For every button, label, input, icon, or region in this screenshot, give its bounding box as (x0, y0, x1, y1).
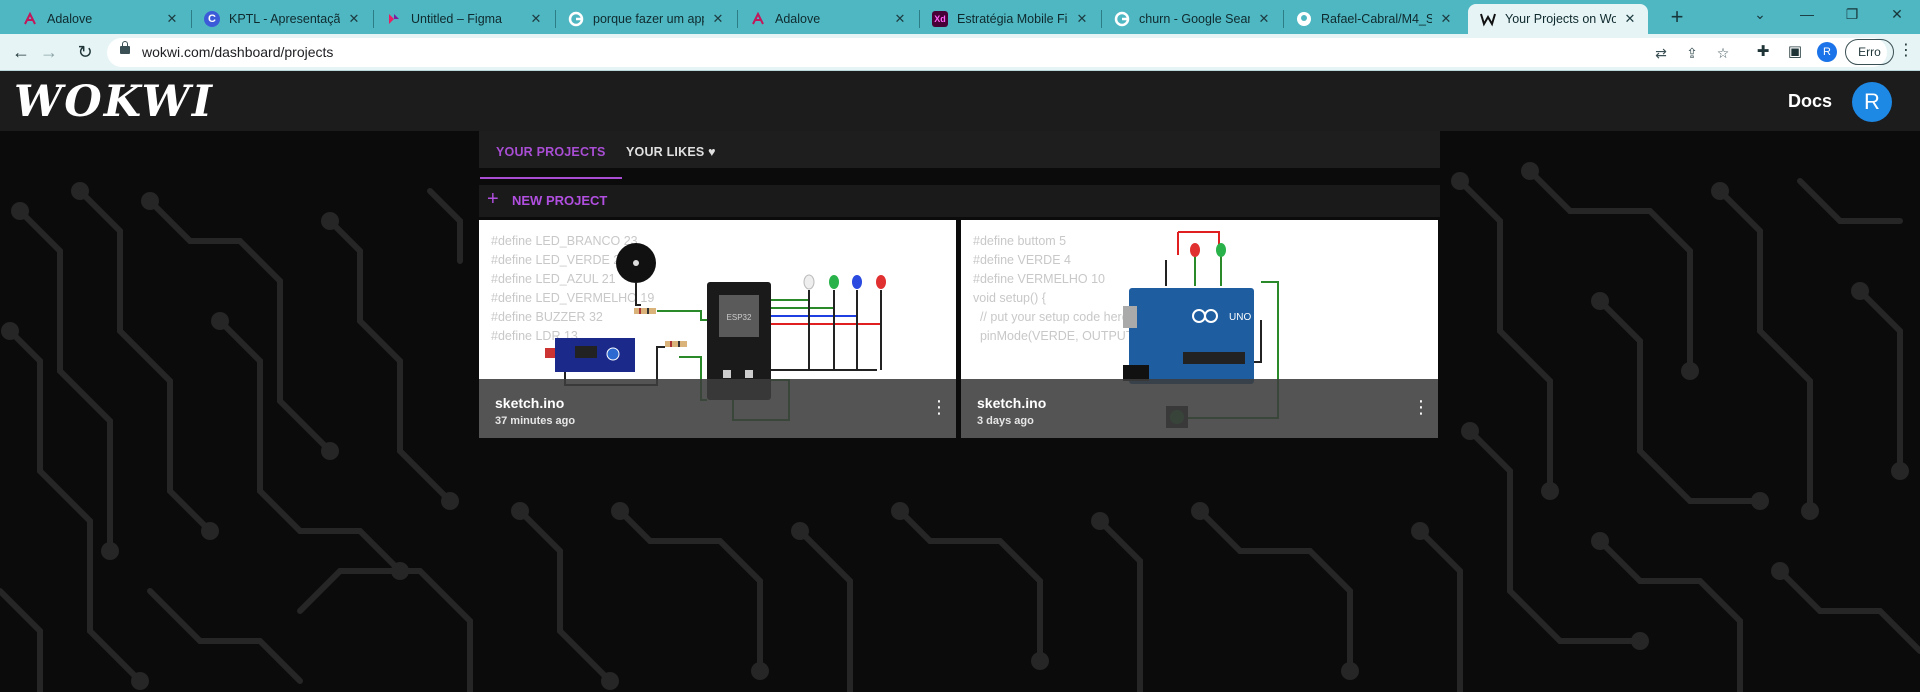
project-card[interactable]: #define buttom 5 #define VERDE 4 #define V… (961, 220, 1438, 438)
browser-menu-icon[interactable]: ⋮ (1898, 40, 1914, 64)
browser-tab[interactable]: churn - Google Search ✕ (1102, 4, 1282, 34)
window-close-icon[interactable]: ✕ (1874, 0, 1920, 30)
browser-tab[interactable]: Adalove ✕ (738, 4, 918, 34)
side-panel-icon[interactable]: ▣ (1783, 40, 1807, 64)
close-icon[interactable]: ✕ (710, 11, 726, 27)
share-icon[interactable]: ⇪ (1681, 42, 1703, 64)
tab-title: KPTL - Apresentação (229, 12, 340, 26)
browser-toolbar: ← → ↻ wokwi.com/dashboard/projects ⇄ ⇪ ☆ (0, 34, 1920, 71)
close-icon[interactable]: ✕ (1438, 11, 1454, 27)
adalove-icon (22, 11, 38, 27)
browser-tab[interactable]: Rafael-Cabral/M4_SPR ✕ (1284, 4, 1464, 34)
card-caption: sketch.ino 37 minutes ago ⋮ (479, 379, 956, 438)
browser-tab-strip: Adalove ✕ C KPTL - Apresentação ✕ Untitl… (0, 0, 1920, 34)
browser-tab[interactable]: porque fazer um app p ✕ (556, 4, 736, 34)
extensions-puzzle-icon[interactable]: ✚ (1751, 40, 1775, 64)
github-icon (1296, 11, 1312, 27)
adalove-icon (750, 11, 766, 27)
tab-title: Your Projects on Wok (1505, 12, 1616, 26)
docs-link[interactable]: Docs (1788, 91, 1832, 112)
tab-title: Adalove (775, 12, 821, 26)
figma-icon (386, 11, 402, 27)
browser-tab[interactable]: Adalove ✕ (10, 4, 190, 34)
address-bar[interactable]: wokwi.com/dashboard/projects ⇄ ⇪ ☆ (107, 38, 1887, 67)
tab-your-likes[interactable]: YOUR LIKES ♥ (626, 131, 716, 179)
browser-tab[interactable]: Untitled – Figma ✕ (374, 4, 554, 34)
project-tabs-bar: YOUR PROJECTS YOUR LIKES ♥ (479, 131, 1440, 179)
tab-search-icon[interactable]: ⌄ (1737, 0, 1783, 30)
tab-title: Adalove (47, 12, 93, 26)
close-icon[interactable]: ✕ (1074, 11, 1090, 27)
google-icon (568, 11, 584, 27)
lock-icon (120, 41, 130, 54)
error-chip[interactable]: Erro (1845, 39, 1894, 65)
tab-title: Estratégia Mobile First (957, 12, 1068, 26)
project-name[interactable]: sketch.ino (495, 395, 564, 411)
close-icon[interactable]: ✕ (528, 11, 544, 27)
close-icon[interactable]: ✕ (1622, 11, 1638, 27)
wokwi-icon (1480, 11, 1496, 27)
project-time: 3 days ago (977, 415, 1034, 427)
esp32-label: ESP32 (727, 313, 752, 322)
project-card[interactable]: #define LED_BRANCO 23 #define LED_VERDE 2… (479, 220, 956, 438)
minimize-icon[interactable]: — (1784, 0, 1830, 30)
wokwi-logo[interactable]: WOKWI (14, 77, 214, 127)
more-vert-icon[interactable]: ⋮ (930, 397, 948, 419)
tab-title: porque fazer um app p (593, 12, 704, 26)
user-avatar[interactable]: R (1852, 82, 1892, 122)
google-icon (1114, 11, 1130, 27)
plus-icon: + (487, 188, 499, 210)
browser-tab[interactable]: C KPTL - Apresentação ✕ (192, 4, 372, 34)
tab-title: Rafael-Cabral/M4_SPR (1321, 12, 1432, 26)
back-icon[interactable]: ← (8, 40, 34, 66)
new-tab-button[interactable]: + (1662, 4, 1692, 30)
reload-icon[interactable]: ↻ (72, 40, 98, 66)
card-caption: sketch.ino 3 days ago ⋮ (961, 379, 1438, 438)
tab-title: churn - Google Search (1139, 12, 1250, 26)
restore-icon[interactable]: ❐ (1829, 0, 1875, 30)
xd-icon: Xd (932, 11, 948, 27)
tab-title: Untitled – Figma (411, 12, 503, 26)
close-icon[interactable]: ✕ (892, 11, 908, 27)
url-text[interactable]: wokwi.com/dashboard/projects (142, 44, 333, 60)
kptl-icon: C (204, 11, 220, 27)
browser-tab[interactable]: Xd Estratégia Mobile First ✕ (920, 4, 1100, 34)
tab-your-projects[interactable]: YOUR PROJECTS (480, 131, 622, 179)
more-vert-icon[interactable]: ⋮ (1412, 397, 1430, 419)
new-project-label: NEW PROJECT (512, 193, 608, 208)
new-project-button[interactable]: + NEW PROJECT (479, 185, 1440, 217)
profile-avatar[interactable]: R (1817, 42, 1837, 62)
forward-icon[interactable]: → (36, 40, 62, 66)
browser-tab-active[interactable]: Your Projects on Wok ✕ (1468, 4, 1648, 34)
project-name[interactable]: sketch.ino (977, 395, 1046, 411)
close-icon[interactable]: ✕ (346, 11, 362, 27)
project-time: 37 minutes ago (495, 415, 576, 427)
close-icon[interactable]: ✕ (164, 11, 180, 27)
translate-icon[interactable]: ⇄ (1650, 42, 1672, 64)
uno-label: UNO (1229, 312, 1251, 323)
wokwi-page: WOKWI Docs R YOUR PROJECTS YOUR LIKES ♥ … (0, 71, 1920, 692)
close-icon[interactable]: ✕ (1256, 11, 1272, 27)
app-header: WOKWI Docs R (0, 71, 1920, 131)
bookmark-star-icon[interactable]: ☆ (1712, 42, 1734, 64)
